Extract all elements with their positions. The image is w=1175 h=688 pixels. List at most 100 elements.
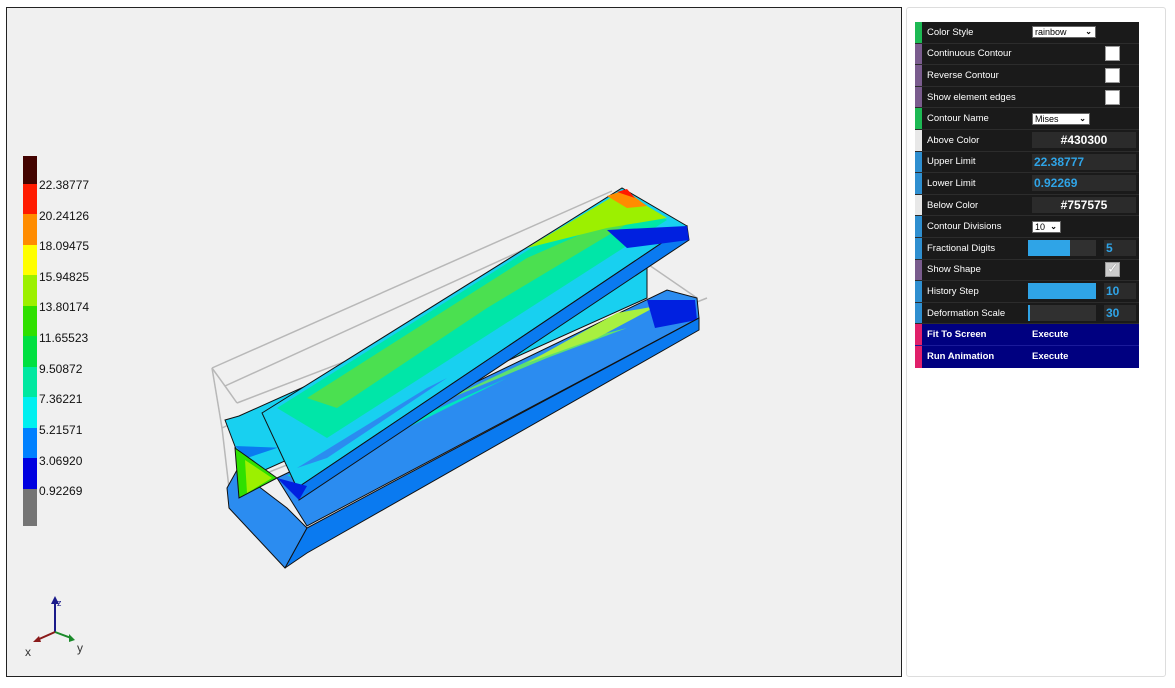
row-contour-divisions: Contour Divisions 10 ⌄	[915, 216, 1139, 238]
legend-label: 13.80174	[39, 300, 90, 314]
legend-label: 22.38777	[39, 178, 90, 192]
axis-label-x: x	[25, 645, 31, 659]
axis-label-z: z	[57, 598, 62, 608]
history-step-slider[interactable]	[1028, 283, 1096, 300]
upper-limit-input[interactable]: 22.38777	[1032, 153, 1136, 170]
run-animation-execute[interactable]: Execute	[1032, 351, 1068, 362]
row-lower-limit: Lower Limit 0.92269	[915, 173, 1139, 195]
legend-swatch	[23, 245, 37, 275]
legend-label: 5.21571	[39, 423, 83, 437]
legend-swatch	[23, 306, 37, 336]
contour-name-value: Mises	[1035, 113, 1059, 124]
fractional-digits-label: Fractional Digits	[927, 242, 996, 254]
legend-swatch	[23, 458, 37, 489]
legend-label: 0.92269	[39, 484, 83, 498]
row-accent	[915, 173, 922, 194]
row-accent	[915, 86, 922, 108]
show-shape-checkbox[interactable]	[1105, 261, 1120, 278]
row-accent	[915, 259, 922, 281]
legend-swatch	[23, 214, 37, 245]
contour-divisions-select[interactable]: 10 ⌄	[1032, 220, 1061, 233]
3d-viewport[interactable]: 22.38777 20.24126 18.09475 15.94825 13.8…	[6, 7, 902, 677]
history-step-value[interactable]: 10	[1104, 283, 1136, 300]
axis-label-y: y	[77, 641, 83, 655]
row-history-step: History Step 10	[915, 281, 1139, 303]
chevron-down-icon: ⌄	[1085, 27, 1092, 37]
fit-to-screen-execute[interactable]: Execute	[1032, 329, 1068, 340]
legend-swatch	[23, 156, 37, 184]
color-style-value: rainbow	[1035, 27, 1067, 38]
color-style-select[interactable]: rainbow ⌄	[1032, 26, 1096, 39]
show-element-edges-checkbox[interactable]	[1105, 89, 1120, 105]
deformation-scale-label: Deformation Scale	[927, 307, 1006, 319]
row-color-style: Color Style rainbow ⌄	[915, 22, 1139, 44]
legend-label: 20.24126	[39, 209, 90, 223]
slider-fill	[1028, 240, 1071, 257]
row-accent	[915, 65, 922, 86]
contour-name-label: Contour Name	[927, 113, 989, 125]
run-animation-button[interactable]: Run Animation Execute	[915, 345, 1139, 368]
row-accent	[915, 281, 922, 302]
row-accent	[915, 22, 922, 43]
row-accent	[915, 237, 922, 259]
row-continuous-contour: Continuous Contour	[915, 43, 1139, 66]
legend-swatch	[23, 428, 37, 458]
fit-to-screen-label: Fit To Screen	[927, 329, 987, 341]
fractional-digits-value[interactable]: 5	[1104, 240, 1136, 257]
below-color-input[interactable]: #757575	[1032, 197, 1136, 214]
row-accent	[915, 194, 922, 216]
row-fractional-digits: Fractional Digits 5	[915, 237, 1139, 260]
contour-divisions-value: 10	[1035, 221, 1046, 232]
settings-panel-container: Color Style rainbow ⌄ Continuous Contour…	[906, 7, 1166, 677]
row-upper-limit: Upper Limit 22.38777	[915, 151, 1139, 174]
deformation-scale-value[interactable]: 30	[1104, 305, 1136, 322]
history-step-label: History Step	[927, 285, 979, 297]
contour-legend-labels: 22.38777 20.24126 18.09475 15.94825 13.8…	[39, 8, 119, 688]
below-color-label: Below Color	[927, 199, 979, 211]
continuous-contour-label: Continuous Contour	[927, 48, 1012, 60]
reverse-contour-label: Reverse Contour	[927, 69, 999, 81]
row-contour-name: Contour Name Mises ⌄	[915, 108, 1139, 130]
legend-swatch	[23, 367, 37, 397]
contour-legend-bar	[23, 156, 37, 526]
row-accent	[915, 129, 922, 151]
fit-to-screen-button[interactable]: Fit To Screen Execute	[915, 324, 1139, 346]
lower-limit-label: Lower Limit	[927, 177, 976, 189]
reverse-contour-checkbox[interactable]	[1105, 67, 1120, 83]
legend-label: 9.50872	[39, 362, 83, 376]
lower-limit-input[interactable]: 0.92269	[1032, 175, 1136, 192]
legend-swatch	[23, 184, 37, 214]
continuous-contour-checkbox[interactable]	[1105, 46, 1120, 62]
settings-panel: Color Style rainbow ⌄ Continuous Contour…	[915, 22, 1139, 368]
legend-swatch	[23, 275, 37, 306]
fractional-digits-slider[interactable]	[1028, 240, 1096, 257]
row-reverse-contour: Reverse Contour	[915, 65, 1139, 87]
row-show-element-edges: Show element edges	[915, 86, 1139, 109]
above-color-label: Above Color	[927, 134, 980, 146]
row-accent	[915, 108, 922, 129]
legend-label: 18.09475	[39, 239, 90, 253]
row-above-color: Above Color #430300	[915, 129, 1139, 152]
show-element-edges-label: Show element edges	[927, 91, 1016, 103]
legend-label: 15.94825	[39, 270, 90, 284]
deformation-scale-slider[interactable]	[1028, 305, 1096, 322]
beam-model	[211, 187, 708, 569]
axes-triad: z x y	[25, 596, 83, 659]
row-deformation-scale: Deformation Scale 30	[915, 302, 1139, 325]
contour-name-select[interactable]: Mises ⌄	[1032, 112, 1090, 125]
legend-label: 7.36221	[39, 392, 83, 406]
above-color-input[interactable]: #430300	[1032, 132, 1136, 149]
run-animation-label: Run Animation	[927, 351, 995, 363]
row-below-color: Below Color #757575	[915, 194, 1139, 217]
row-accent	[915, 216, 922, 237]
slider-fill	[1028, 283, 1096, 300]
color-style-label: Color Style	[927, 26, 974, 38]
row-show-shape: Show Shape	[915, 259, 1139, 282]
legend-swatch	[23, 489, 37, 526]
chevron-down-icon: ⌄	[1050, 221, 1057, 231]
chevron-down-icon: ⌄	[1079, 113, 1086, 123]
upper-limit-label: Upper Limit	[927, 156, 976, 168]
legend-swatch	[23, 336, 37, 367]
row-accent	[915, 43, 922, 65]
legend-swatch	[23, 397, 37, 428]
